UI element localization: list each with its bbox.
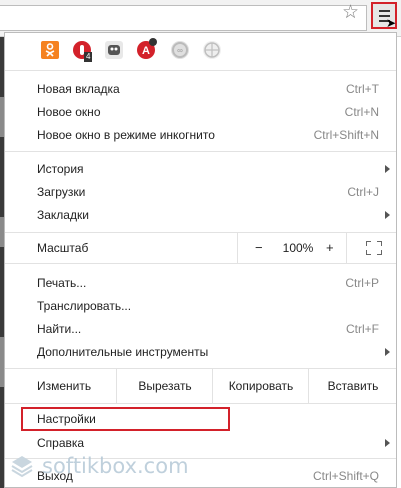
odnoklassniki-icon[interactable] [41,41,59,59]
menu-item-label: Транслировать... [37,299,132,313]
translate-icon[interactable]: A [137,38,157,59]
menu-item-label: Закладки [37,208,89,222]
mouse-cursor-icon: ➤ [386,16,397,30]
svg-text:∞: ∞ [177,46,183,55]
copy-button[interactable]: Копировать [212,369,309,403]
zoom-in-button[interactable]: + [326,233,334,263]
watermark: softikbox.com [8,448,198,484]
watermark-text: softikbox.com [42,454,189,478]
separator [5,70,396,71]
fullscreen-icon[interactable] [366,241,382,255]
zoom-label: Масштаб [37,241,89,255]
menu-item-new-tab[interactable]: Новая вкладка Ctrl+T [5,78,396,100]
separator [5,151,396,152]
menu-item-label: Новая вкладка [37,82,120,96]
zoom-control: − 100% + [237,233,347,263]
menu-item-find[interactable]: Найти... Ctrl+F [5,318,396,340]
edit-row: Изменить Вырезать Копировать Вставить [5,369,396,403]
menu-item-downloads[interactable]: Загрузки Ctrl+J [5,181,396,203]
adblock-badge: 4 [84,52,93,62]
menu-item-bookmarks[interactable]: Закладки [5,204,396,226]
menu-item-shortcut: Ctrl+T [346,82,379,96]
menu-item-new-window[interactable]: Новое окно Ctrl+N [5,101,396,123]
cut-button[interactable]: Вырезать [116,369,213,403]
menu-item-label: Найти... [37,322,82,336]
address-bar[interactable] [0,5,367,31]
svg-text:A: A [142,45,150,57]
menu-item-incognito[interactable]: Новое окно в режиме инкогнито Ctrl+Shift… [5,124,396,146]
menu-item-shortcut: Ctrl+Shift+Q [312,469,379,483]
globe-icon[interactable] [203,41,221,59]
menu-item-shortcut: Ctrl+N [344,105,379,119]
menu-item-label: Дополнительные инструменты [37,345,209,359]
softikbox-logo-icon [11,456,33,478]
ghostery-icon[interactable] [105,41,123,59]
submenu-arrow-icon [385,165,390,173]
menu-item-cast[interactable]: Транслировать... [5,295,396,317]
menu-item-shortcut: Ctrl+F [346,322,379,336]
hamburger-menu-icon [379,10,390,12]
menu-item-shortcut: Ctrl+J [347,185,379,199]
settings-highlight-box [21,407,230,431]
zoom-row: Масштаб − 100% + [5,233,396,263]
adblock-icon[interactable]: 4 [73,41,93,62]
zoom-out-button[interactable]: − [255,233,263,263]
menu-item-shortcut: Ctrl+Shift+N [313,128,379,142]
menu-item-print[interactable]: Печать... Ctrl+P [5,272,396,294]
separator [5,263,396,264]
menu-item-label: Печать... [37,276,87,290]
paste-button[interactable]: Вставить [308,369,397,403]
menu-item-label: История [37,162,84,176]
menu-item-label: Новое окно [37,105,101,119]
menu-item-history[interactable]: История [5,158,396,180]
menu-item-shortcut: Ctrl+P [345,276,379,290]
star-icon[interactable]: ☆ [342,3,359,23]
chrome-main-menu: 4 A ∞ Новая вкладка Ctrl+T Новое окно Ct… [4,32,397,488]
translate-badge-icon [149,38,157,46]
submenu-arrow-icon [385,348,390,356]
edit-label: Изменить [37,379,92,393]
zoom-level: 100% [282,241,314,255]
menu-item-label: Загрузки [37,185,86,199]
separator [5,403,396,404]
menu-item-more-tools[interactable]: Дополнительные инструменты [5,341,396,363]
submenu-arrow-icon [385,211,390,219]
lastpass-icon[interactable]: ∞ [171,41,189,59]
submenu-arrow-icon [385,439,390,447]
menu-item-label: Новое окно в режиме инкогнито [37,128,215,142]
